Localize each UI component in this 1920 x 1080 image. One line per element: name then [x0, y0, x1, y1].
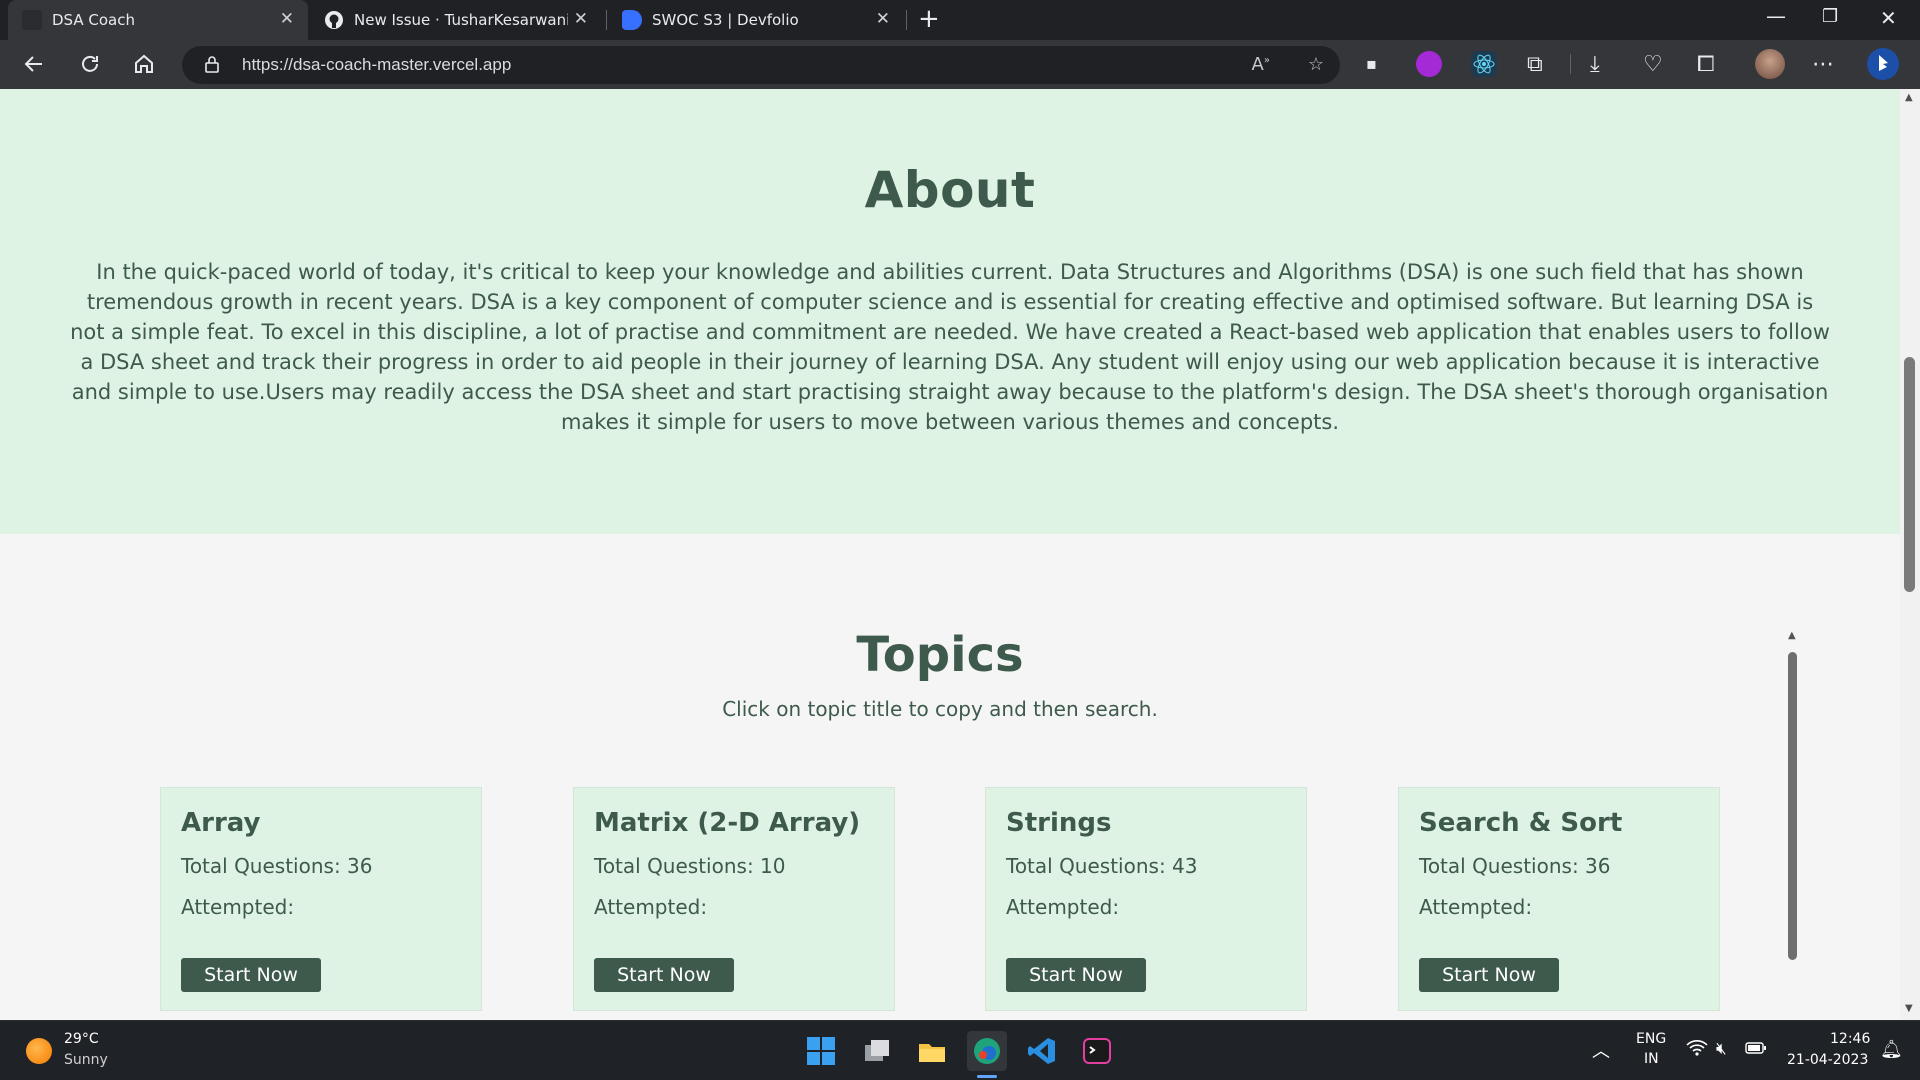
devfolio-icon [622, 10, 642, 30]
restore-icon[interactable]: ❐ [1822, 6, 1838, 27]
close-tab-icon[interactable]: ✕ [876, 9, 890, 29]
windows-start-icon[interactable] [801, 1031, 841, 1071]
start-now-button[interactable]: Start Now [594, 958, 734, 992]
wifi-icon[interactable] [1686, 1039, 1708, 1062]
tab-title: DSA Coach [52, 11, 135, 29]
more-options-icon[interactable]: ⋯ [1812, 52, 1834, 77]
vscode-icon[interactable] [1022, 1031, 1062, 1071]
topic-card-matrix: Matrix (2-D Array) Total Questions: 10 A… [573, 787, 895, 1011]
collections-icon[interactable]: ⧠ [1697, 52, 1715, 77]
lock-icon[interactable] [204, 55, 220, 77]
topic-card-strings: Strings Total Questions: 43 Attempted: S… [985, 787, 1307, 1011]
topics-title: Topics [856, 627, 1024, 683]
back-icon[interactable] [22, 52, 46, 82]
language-region[interactable]: IN [1644, 1051, 1659, 1067]
about-title: About [864, 161, 1036, 219]
start-now-button[interactable]: Start Now [1419, 958, 1559, 992]
extension-shield-icon[interactable]: ▪ [1366, 54, 1377, 73]
page-scrollbar-thumb[interactable] [1904, 357, 1915, 592]
total-questions: Total Questions: 43 [1006, 854, 1198, 878]
weather-condition[interactable]: Sunny [64, 1052, 108, 1068]
extensions-puzzle-icon[interactable]: ⧉ [1527, 52, 1543, 77]
read-aloud-icon[interactable]: A» [1252, 54, 1270, 75]
weather-temperature[interactable]: 29°C [64, 1031, 99, 1047]
favorites-add-icon[interactable]: ☆ [1308, 54, 1324, 75]
attempted-label: Attempted: [1006, 895, 1120, 919]
topics-subtitle: Click on topic title to copy and then se… [722, 697, 1158, 721]
close-tab-icon[interactable]: ✕ [280, 9, 294, 29]
clock-date[interactable]: 21-04-2023 [1787, 1052, 1868, 1068]
site-favicon-icon [22, 10, 42, 30]
extension-purple-icon[interactable] [1416, 51, 1442, 77]
bing-copilot-icon[interactable] [1867, 48, 1899, 80]
close-tab-icon[interactable]: ✕ [574, 9, 588, 29]
battery-icon[interactable] [1745, 1040, 1767, 1060]
browser-essentials-icon[interactable]: ♡ [1643, 52, 1663, 77]
attempted-label: Attempted: [1419, 895, 1533, 919]
windows-taskbar: 29°C Sunny ︿ ENG IN 🔇︎ 12:46 21-04-2023 … [0, 1020, 1920, 1080]
about-text: In the quick-paced world of today, it's … [70, 260, 1830, 434]
topic-title[interactable]: Array [181, 808, 260, 838]
home-icon[interactable] [132, 52, 156, 82]
scroll-down-icon[interactable]: ▼ [1905, 1003, 1913, 1014]
browser-tab-bar: DSA Coach ✕ New Issue · TusharKesarwani/… [0, 0, 1920, 40]
reload-icon[interactable] [78, 52, 102, 82]
tab-dsa-coach[interactable]: DSA Coach ✕ [8, 0, 308, 40]
scroll-up-icon[interactable]: ▲ [1905, 92, 1913, 103]
edge-browser-icon[interactable] [967, 1031, 1007, 1071]
attempted-label: Attempted: [594, 895, 708, 919]
tab-devfolio[interactable]: SWOC S3 | Devfolio ✕ [608, 0, 904, 40]
total-questions: Total Questions: 36 [1419, 854, 1611, 878]
topics-scrollbar-thumb[interactable] [1788, 652, 1797, 960]
address-bar[interactable]: https://dsa-coach-master.vercel.app A» ☆ [182, 46, 1340, 84]
url-text[interactable]: https://dsa-coach-master.vercel.app [242, 55, 511, 75]
start-now-button[interactable]: Start Now [1006, 958, 1146, 992]
notifications-bell-icon[interactable]: 🔔︎ [1880, 1039, 1903, 1060]
volume-muted-icon[interactable]: 🔇︎ [1716, 1039, 1727, 1059]
tab-github-issue[interactable]: New Issue · TusharKesarwani/Fro ✕ [310, 0, 602, 40]
terminal-icon[interactable] [1077, 1031, 1117, 1071]
new-tab-button[interactable]: + [918, 4, 940, 34]
profile-avatar[interactable] [1755, 49, 1785, 79]
topic-title[interactable]: Matrix (2-D Array) [594, 808, 860, 838]
topic-title[interactable]: Search & Sort [1419, 808, 1622, 838]
task-view-icon[interactable] [857, 1031, 897, 1071]
topic-card-search-sort: Search & Sort Total Questions: 36 Attemp… [1398, 787, 1720, 1011]
start-now-button[interactable]: Start Now [181, 958, 321, 992]
minimize-icon[interactable]: — [1766, 4, 1786, 28]
total-questions: Total Questions: 36 [181, 854, 373, 878]
language-indicator[interactable]: ENG [1636, 1031, 1666, 1047]
tab-divider [606, 10, 607, 30]
tab-title: SWOC S3 | Devfolio [652, 11, 799, 29]
downloads-icon[interactable]: ⤓ [1590, 52, 1600, 77]
topic-title[interactable]: Strings [1006, 808, 1112, 838]
active-app-indicator [977, 1075, 997, 1078]
total-questions: Total Questions: 10 [594, 854, 786, 878]
weather-sun-icon[interactable] [26, 1038, 52, 1064]
react-devtools-icon[interactable] [1471, 51, 1497, 77]
show-hidden-icons-icon[interactable]: ︿ [1592, 1037, 1610, 1063]
clock-time[interactable]: 12:46 [1830, 1031, 1870, 1047]
tab-divider [906, 10, 907, 30]
attempted-label: Attempted: [181, 895, 295, 919]
browser-toolbar: https://dsa-coach-master.vercel.app A» ☆… [0, 40, 1920, 89]
topic-card-array: Array Total Questions: 36 Attempted: Sta… [160, 787, 482, 1011]
inner-scroll-up-icon[interactable]: ▲ [1788, 630, 1796, 641]
about-section: About In the quick-paced world of today,… [0, 89, 1900, 534]
file-explorer-icon[interactable] [912, 1031, 952, 1071]
close-window-icon[interactable]: ✕ [1880, 6, 1897, 30]
toolbar-divider [1570, 54, 1571, 74]
tab-title: New Issue · TusharKesarwani/Fro [354, 11, 568, 29]
github-icon [324, 10, 344, 30]
